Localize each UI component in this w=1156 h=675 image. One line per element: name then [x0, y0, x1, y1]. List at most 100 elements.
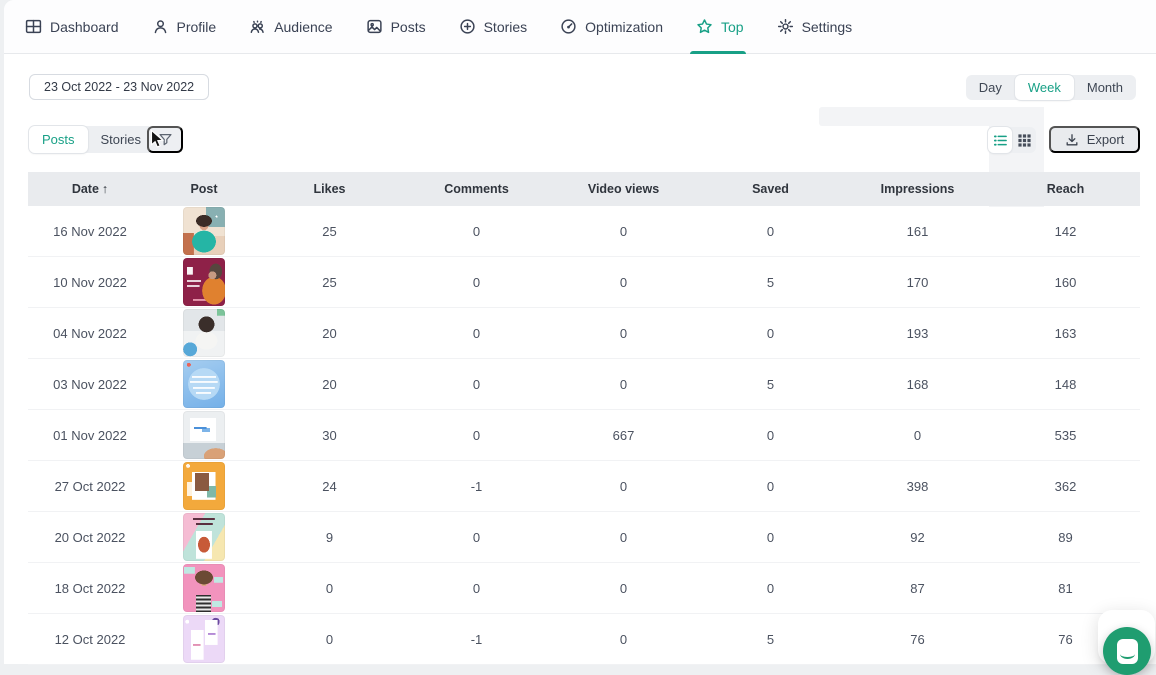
row-reach: 160	[991, 275, 1140, 290]
period-label: Month	[1087, 80, 1123, 95]
row-impressions: 398	[844, 479, 991, 494]
filter-button[interactable]	[147, 126, 183, 153]
row-likes: 24	[256, 479, 403, 494]
row-comments: 0	[403, 428, 550, 443]
row-comments: -1	[403, 479, 550, 494]
row-comments: 0	[403, 224, 550, 239]
nav-item-settings[interactable]: Settings	[777, 0, 853, 54]
row-comments: 0	[403, 581, 550, 596]
table-row[interactable]: 10 Nov 2022 25 0 0 5 170 160	[28, 257, 1140, 308]
table-row[interactable]: 27 Oct 2022 24 -1 0 0 398 362	[28, 461, 1140, 512]
row-reach: 163	[991, 326, 1140, 341]
date-range-picker[interactable]: 23 Oct 2022 - 23 Nov 2022	[29, 74, 209, 100]
table-header-row: Date↑ Post Likes Comments Video views Sa…	[28, 172, 1140, 206]
row-likes: 25	[256, 275, 403, 290]
row-saved: 0	[697, 479, 844, 494]
nav-label: Top	[721, 19, 744, 35]
row-impressions: 168	[844, 377, 991, 392]
row-saved: 0	[697, 224, 844, 239]
table-row[interactable]: 03 Nov 2022 20 0 0 5 168 148	[28, 359, 1140, 410]
table-row[interactable]: 18 Oct 2022 0 0 0 0 87 81	[28, 563, 1140, 614]
user-icon	[152, 18, 169, 35]
nav-item-profile[interactable]: Profile	[152, 0, 217, 54]
filter-funnel-icon	[158, 132, 173, 147]
grid-view-button[interactable]	[1012, 127, 1036, 153]
column-header-saved[interactable]: Saved	[697, 182, 844, 196]
row-reach: 81	[991, 581, 1140, 596]
post-thumbnail[interactable]	[183, 258, 225, 306]
row-video-views: 0	[550, 377, 697, 392]
export-label: Export	[1087, 132, 1125, 147]
nav-label: Audience	[274, 19, 332, 35]
row-impressions: 193	[844, 326, 991, 341]
post-thumbnail[interactable]	[183, 360, 225, 408]
table-row[interactable]: 12 Oct 2022 0 -1 0 5 76 76	[28, 614, 1140, 665]
nav-item-optimization[interactable]: Optimization	[560, 0, 663, 54]
row-likes: 9	[256, 530, 403, 545]
table-row[interactable]: 20 Oct 2022 9 0 0 0 92 89	[28, 512, 1140, 563]
export-button[interactable]: Export	[1049, 126, 1140, 153]
period-option-week[interactable]: Week	[1015, 75, 1074, 100]
row-impressions: 161	[844, 224, 991, 239]
row-comments: 0	[403, 530, 550, 545]
row-saved: 5	[697, 377, 844, 392]
column-header-post[interactable]: Post	[152, 182, 256, 196]
row-date: 03 Nov 2022	[28, 377, 152, 392]
column-label: Reach	[1047, 182, 1085, 196]
column-header-date[interactable]: Date↑	[28, 182, 152, 196]
post-thumbnail[interactable]	[183, 207, 225, 255]
chat-launcher-button[interactable]	[1103, 627, 1151, 675]
table-row[interactable]: 04 Nov 2022 20 0 0 0 193 163	[28, 308, 1140, 359]
column-header-reach[interactable]: Reach	[991, 182, 1140, 196]
column-label: Video views	[588, 182, 659, 196]
tab-posts[interactable]: Posts	[29, 126, 88, 153]
post-thumbnail[interactable]	[183, 564, 225, 612]
row-saved: 0	[697, 530, 844, 545]
post-thumbnail[interactable]	[183, 513, 225, 561]
nav-item-audience[interactable]: Audience	[249, 0, 332, 54]
column-header-impressions[interactable]: Impressions	[844, 182, 991, 196]
column-label: Post	[190, 182, 217, 196]
post-thumbnail[interactable]	[183, 309, 225, 357]
period-option-day[interactable]: Day	[966, 75, 1015, 100]
post-thumbnail[interactable]	[183, 462, 225, 510]
list-view-button[interactable]	[988, 127, 1012, 153]
period-option-month[interactable]: Month	[1074, 75, 1136, 100]
column-label: Likes	[314, 182, 346, 196]
plus-circle-icon	[459, 18, 476, 35]
users-group-icon	[249, 18, 266, 35]
row-date: 01 Nov 2022	[28, 428, 152, 443]
row-video-views: 667	[550, 428, 697, 443]
row-video-views: 0	[550, 275, 697, 290]
column-header-video-views[interactable]: Video views	[550, 182, 697, 196]
row-saved: 0	[697, 428, 844, 443]
table-row[interactable]: 01 Nov 2022 30 0 667 0 0 535	[28, 410, 1140, 461]
column-label: Date	[72, 182, 99, 196]
row-saved: 5	[697, 632, 844, 647]
chat-bubble-icon	[1117, 639, 1138, 664]
nav-label: Stories	[484, 19, 528, 35]
post-thumbnail[interactable]	[183, 615, 225, 663]
table-row[interactable]: 16 Nov 2022 25 0 0 0 161 142	[28, 206, 1140, 257]
tab-stories[interactable]: Stories	[88, 126, 154, 153]
nav-item-posts[interactable]: Posts	[366, 0, 426, 54]
column-header-comments[interactable]: Comments	[403, 182, 550, 196]
period-toggle: Day Week Month	[966, 75, 1136, 100]
nav-item-stories[interactable]: Stories	[459, 0, 528, 54]
nav-item-dashboard[interactable]: Dashboard	[25, 0, 119, 54]
gear-icon	[777, 18, 794, 35]
period-label: Week	[1028, 80, 1061, 95]
column-header-likes[interactable]: Likes	[256, 182, 403, 196]
row-likes: 0	[256, 632, 403, 647]
row-date: 16 Nov 2022	[28, 224, 152, 239]
row-saved: 5	[697, 275, 844, 290]
row-impressions: 170	[844, 275, 991, 290]
row-likes: 25	[256, 224, 403, 239]
dashboard-grid-icon	[25, 18, 42, 35]
row-likes: 30	[256, 428, 403, 443]
list-view-icon	[993, 133, 1008, 148]
post-thumbnail[interactable]	[183, 411, 225, 459]
row-comments: 0	[403, 377, 550, 392]
nav-item-top[interactable]: Top	[696, 0, 744, 54]
row-reach: 142	[991, 224, 1140, 239]
